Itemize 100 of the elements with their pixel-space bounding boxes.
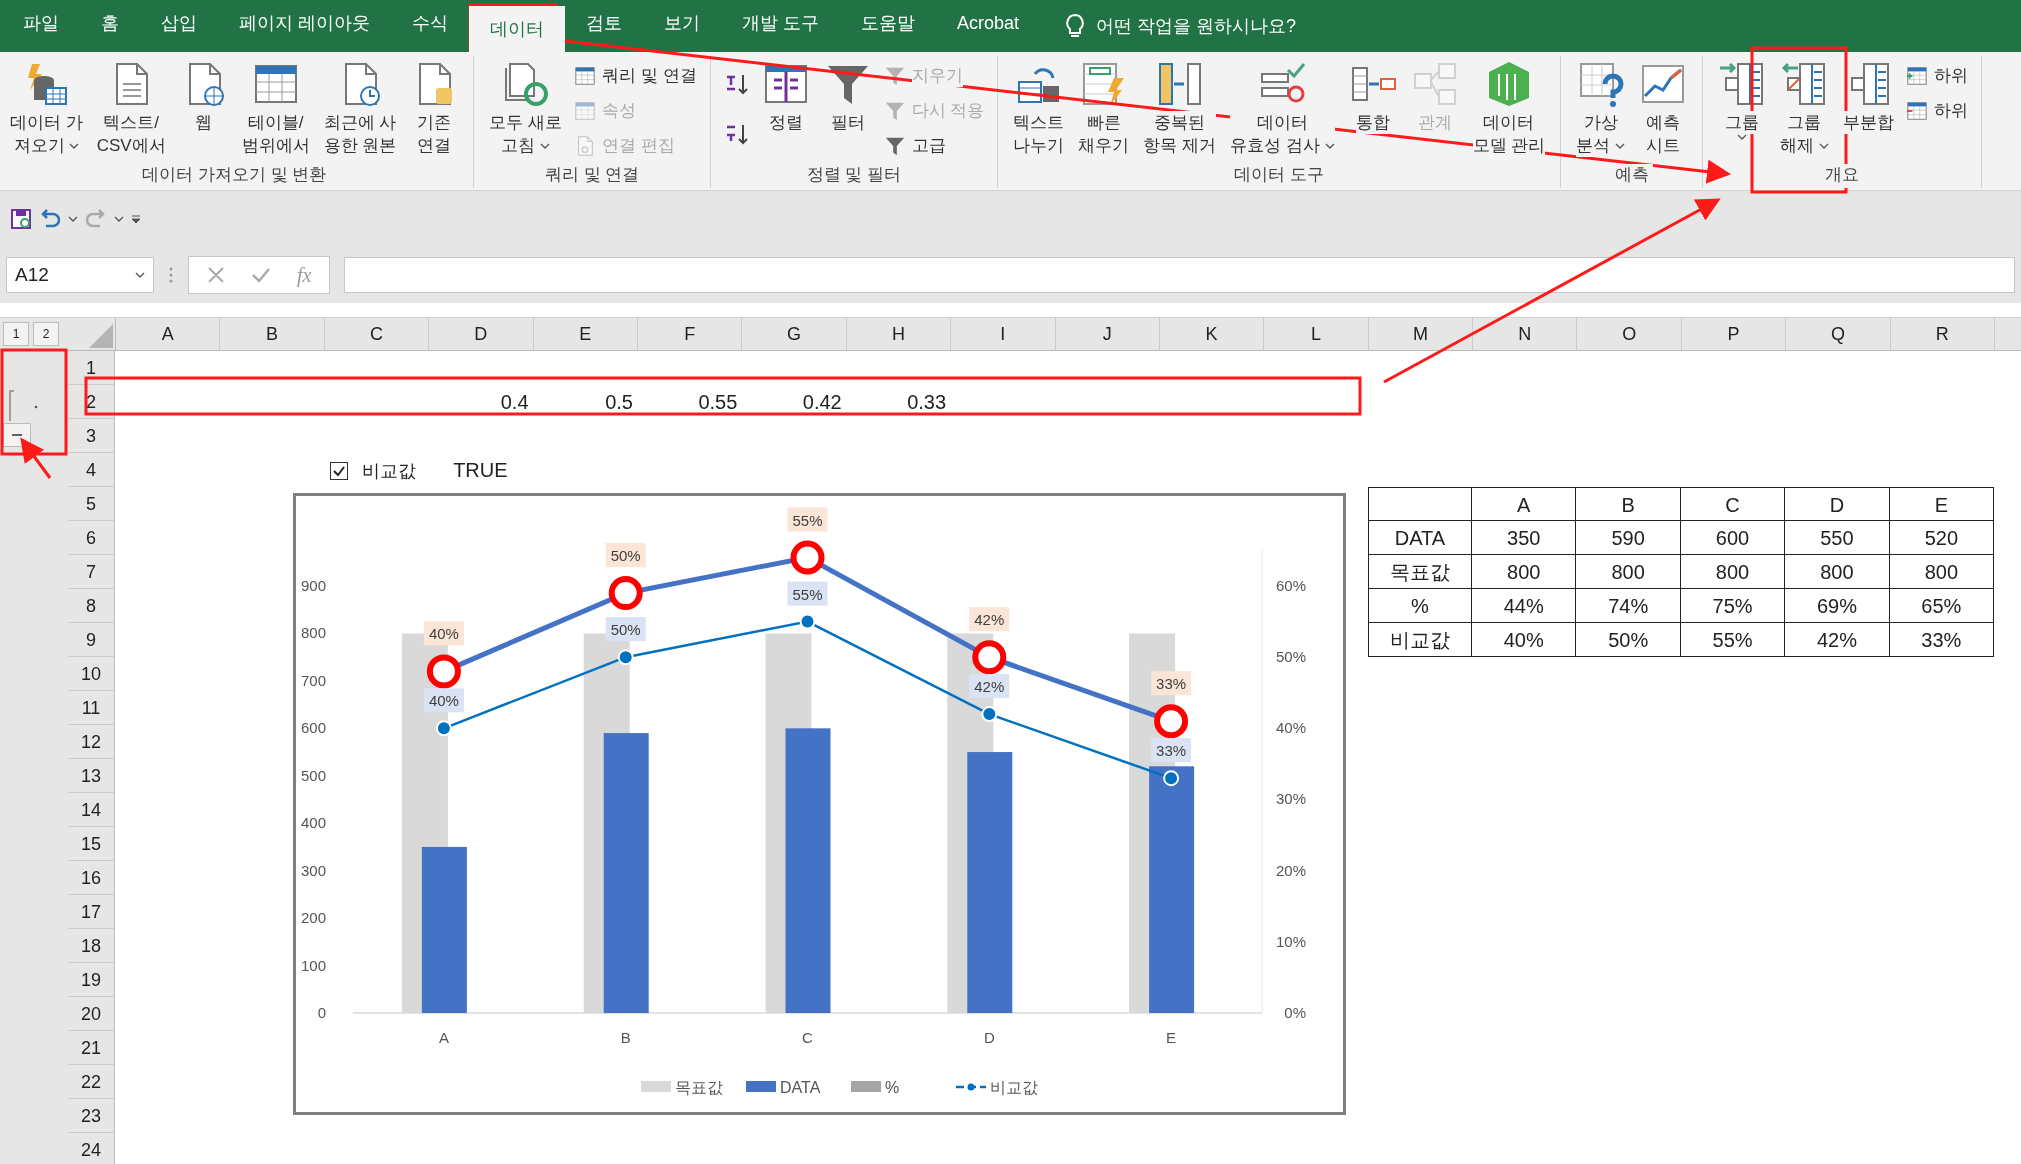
- column-header[interactable]: N: [1473, 318, 1578, 350]
- checkbox-label: 비교값: [362, 460, 416, 483]
- ribbon-button[interactable]: 데이터 가 져오기: [4, 56, 89, 157]
- ribbon-tab[interactable]: 보기: [643, 0, 721, 46]
- row-header[interactable]: 17: [68, 895, 115, 929]
- ribbon-button[interactable]: 데이터 모델 관리: [1466, 56, 1552, 157]
- ribbon-tab[interactable]: 삽입: [140, 0, 218, 46]
- column-header[interactable]: A: [116, 318, 221, 350]
- ribbon-button[interactable]: 부분합: [1836, 56, 1900, 134]
- ribbon-button[interactable]: 기존 연결: [404, 56, 465, 157]
- row-header[interactable]: 8: [68, 589, 115, 623]
- ribbon-small-button[interactable]: 하위: [1901, 60, 1972, 91]
- ribbon-tab[interactable]: 홈: [80, 0, 140, 46]
- data-label: 33%: [1151, 738, 1192, 763]
- column-header[interactable]: J: [1055, 318, 1160, 350]
- checkmark-icon: [332, 464, 346, 478]
- ribbon-button[interactable]: 텍스트 나누기: [1007, 56, 1071, 157]
- row-header[interactable]: 20: [68, 997, 115, 1031]
- column-header[interactable]: P: [1681, 318, 1787, 350]
- ribbon-small-button[interactable]: 고급: [879, 130, 989, 161]
- formula-field[interactable]: [344, 257, 2015, 293]
- data-label: 50%: [605, 543, 646, 568]
- row-header[interactable]: 23: [68, 1099, 115, 1133]
- outline-level-button[interactable]: 1: [3, 322, 29, 346]
- row-header[interactable]: 1: [68, 351, 115, 385]
- ribbon-button[interactable]: 정렬: [755, 56, 816, 134]
- ribbon-tab[interactable]: Acrobat: [936, 0, 1041, 46]
- ribbon-button[interactable]: 테이블/ 범위에서: [235, 56, 316, 157]
- table-cell-text: 0.5: [604, 390, 634, 415]
- checkbox[interactable]: [330, 462, 348, 480]
- column-header[interactable]: I: [951, 318, 1056, 350]
- legend-label: 비교값: [990, 1079, 1038, 1096]
- row-header[interactable]: 10: [68, 657, 115, 691]
- column-header[interactable]: L: [1264, 318, 1369, 350]
- column-header[interactable]: B: [220, 318, 325, 350]
- ribbon-button[interactable]: 웹: [173, 56, 234, 134]
- outline-level-button[interactable]: 2: [33, 322, 59, 346]
- column-header[interactable]: H: [846, 318, 952, 350]
- column-header[interactable]: R: [1890, 318, 1996, 350]
- row-header[interactable]: 16: [68, 861, 115, 895]
- row-header[interactable]: 22: [68, 1065, 115, 1099]
- row-header[interactable]: 3: [68, 419, 115, 453]
- ribbon-tab[interactable]: 데이터: [469, 6, 565, 52]
- ribbon-small-button[interactable]: 하위: [1901, 95, 1972, 126]
- column-header[interactable]: C: [324, 318, 430, 350]
- name-box[interactable]: A12: [6, 257, 154, 293]
- column-header[interactable]: G: [742, 318, 847, 350]
- row-header[interactable]: 14: [68, 793, 115, 827]
- row-header[interactable]: 19: [68, 963, 115, 997]
- category-label: E: [1166, 1029, 1177, 1046]
- ribbon-button[interactable]: 모두 새로 고침: [483, 56, 569, 157]
- row-header[interactable]: 5: [68, 487, 115, 521]
- table-cell: B: [1576, 487, 1681, 521]
- row-header[interactable]: 7: [68, 555, 115, 589]
- ribbon-button[interactable]: 그룹: [1712, 56, 1773, 141]
- row-header[interactable]: 4: [68, 453, 115, 487]
- row-header[interactable]: 9: [68, 623, 115, 657]
- ribbon-tab[interactable]: 파일: [2, 0, 80, 46]
- row-header[interactable]: 15: [68, 827, 115, 861]
- customize-icon[interactable]: [130, 213, 142, 225]
- ribbon-button[interactable]: 텍스트/ CSV에서: [90, 56, 172, 157]
- column-header[interactable]: K: [1159, 318, 1265, 350]
- annotation: 33%: [1156, 675, 1187, 693]
- row-header[interactable]: 12: [68, 725, 115, 759]
- ribbon-button[interactable]: 가상 분석: [1570, 56, 1632, 157]
- ribbon-button[interactable]: 빠른 채우기: [1072, 56, 1136, 157]
- column-header[interactable]: O: [1577, 318, 1682, 350]
- annotation: 42%: [974, 611, 1005, 629]
- ribbon-button[interactable]: 그룹 해제: [1774, 56, 1835, 157]
- axis-tick-label: 200: [300, 909, 326, 927]
- column-header[interactable]: E: [533, 318, 638, 350]
- row-header[interactable]: 24: [68, 1133, 115, 1164]
- save-icon[interactable]: [10, 208, 32, 230]
- ribbon-button[interactable]: 예측 시트: [1633, 56, 1694, 157]
- ribbon-tab[interactable]: 개발 도구: [721, 0, 841, 46]
- ribbon-tab[interactable]: 페이지 레이아웃: [218, 0, 391, 46]
- ribbon-button[interactable]: 최근에 사 용한 원본: [317, 56, 403, 157]
- row-header[interactable]: 6: [68, 521, 115, 555]
- ribbon-button[interactable]: 필터: [817, 56, 878, 134]
- row-header[interactable]: 13: [68, 759, 115, 793]
- caret-icon: [1737, 134, 1748, 141]
- column-header[interactable]: Q: [1786, 318, 1891, 350]
- ribbon-button[interactable]: 통합: [1342, 56, 1403, 134]
- ribbon-tab[interactable]: 검토: [565, 0, 643, 46]
- column-header[interactable]: D: [429, 318, 534, 350]
- ribbon-tab[interactable]: 수식: [391, 0, 469, 46]
- point-marker: [435, 720, 452, 737]
- check-icon[interactable]: [251, 266, 271, 284]
- ribbon-tab[interactable]: 도움말: [840, 0, 937, 46]
- ring-marker: [426, 654, 461, 689]
- tell-me-field[interactable]: 어떤 작업을 원하시나요?: [1094, 14, 1399, 38]
- ribbon-button[interactable]: 데이터 유효성 검사: [1224, 56, 1341, 157]
- row-header[interactable]: 11: [68, 691, 115, 725]
- caret-icon: [1615, 143, 1626, 150]
- axis-tick-label: 20%: [1275, 861, 1306, 879]
- column-header[interactable]: F: [637, 318, 743, 350]
- row-header[interactable]: 21: [68, 1031, 115, 1065]
- column-header[interactable]: M: [1368, 318, 1474, 350]
- row-header[interactable]: 18: [68, 929, 115, 963]
- ribbon-button[interactable]: 중복된 항목 제거: [1137, 56, 1223, 157]
